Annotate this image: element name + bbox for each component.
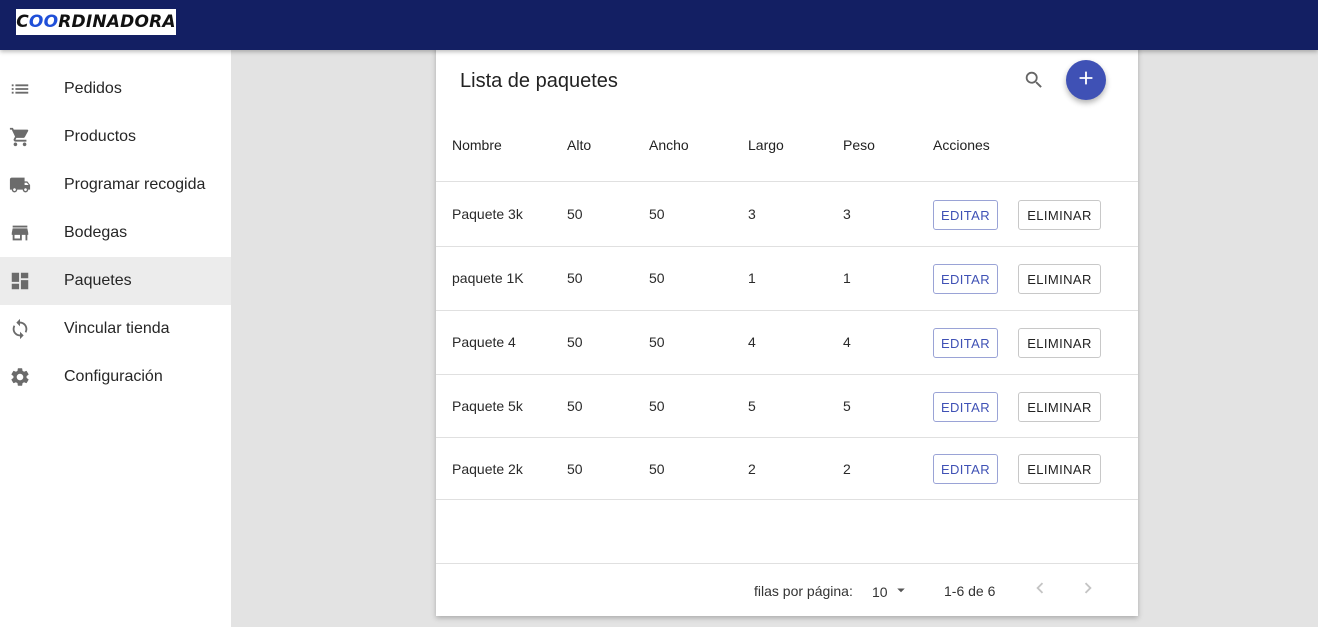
sidebar-item-programar-recogida[interactable]: Programar recogida xyxy=(0,161,231,209)
edit-button[interactable]: EDITAR xyxy=(933,392,998,422)
chevron-left-icon xyxy=(1029,577,1051,604)
sidebar-item-label: Pedidos xyxy=(64,80,122,97)
cart-icon xyxy=(8,125,32,149)
cell-nombre: Paquete 2k xyxy=(452,461,523,477)
column-header-alto[interactable]: Alto xyxy=(567,137,591,153)
sidebar-item-paquetes[interactable]: Paquetes xyxy=(0,257,231,305)
table-row: Paquete 5k 50 50 5 5 EDITAR ELIMINAR xyxy=(436,374,1138,437)
sidebar-item-label: Paquetes xyxy=(64,272,132,289)
delete-button[interactable]: ELIMINAR xyxy=(1018,454,1101,484)
delete-button[interactable]: ELIMINAR xyxy=(1018,200,1101,230)
cell-nombre: Paquete 5k xyxy=(452,398,523,414)
packages-card: Lista de paquetes Nombre Alto Ancho Larg… xyxy=(436,44,1138,616)
sync-icon xyxy=(8,317,32,341)
store-icon xyxy=(8,221,32,245)
edit-button[interactable]: EDITAR xyxy=(933,200,998,230)
cell-peso: 3 xyxy=(843,206,851,222)
table-row: Paquete 4 50 50 4 4 EDITAR ELIMINAR xyxy=(436,310,1138,374)
table-row: Paquete 3k 50 50 3 3 EDITAR ELIMINAR xyxy=(436,181,1138,246)
sidebar: Pedidos Productos Programar recogida Bod… xyxy=(0,50,231,627)
cell-ancho: 50 xyxy=(649,270,665,286)
cell-alto: 50 xyxy=(567,461,583,477)
sidebar-item-label: Bodegas xyxy=(64,224,128,241)
dashboard-icon xyxy=(8,269,32,293)
sidebar-item-bodegas[interactable]: Bodegas xyxy=(0,209,231,257)
delete-button[interactable]: ELIMINAR xyxy=(1018,264,1101,294)
rows-per-page-value: 10 xyxy=(872,583,888,600)
coordinadora-logo[interactable]: COORDINADORA xyxy=(16,9,176,35)
cell-largo: 3 xyxy=(748,206,756,222)
sidebar-item-label: Vincular tienda xyxy=(64,320,170,337)
sidebar-item-label: Programar recogida xyxy=(64,176,206,193)
cell-largo: 4 xyxy=(748,334,756,350)
column-header-ancho[interactable]: Ancho xyxy=(649,137,689,153)
cell-peso: 2 xyxy=(843,461,851,477)
add-package-button[interactable] xyxy=(1066,60,1106,100)
dropdown-arrow-icon xyxy=(888,581,910,602)
cell-peso: 4 xyxy=(843,334,851,350)
rows-per-page-select[interactable]: 10 xyxy=(872,581,910,602)
search-icon xyxy=(1023,69,1045,96)
search-button[interactable] xyxy=(1020,68,1048,96)
chevron-right-icon xyxy=(1077,577,1099,604)
cell-largo: 1 xyxy=(748,270,756,286)
pagination-bar: filas por página: 10 1-6 de 6 xyxy=(436,563,1138,616)
sidebar-item-label: Configuración xyxy=(64,368,163,385)
table-row: paquete 1K 50 50 1 1 EDITAR ELIMINAR xyxy=(436,246,1138,310)
cell-nombre: paquete 1K xyxy=(452,270,524,286)
truck-icon xyxy=(8,173,32,197)
cell-nombre: Paquete 3k xyxy=(452,206,523,222)
delete-button[interactable]: ELIMINAR xyxy=(1018,328,1101,358)
delete-button[interactable]: ELIMINAR xyxy=(1018,392,1101,422)
cell-ancho: 50 xyxy=(649,461,665,477)
cell-largo: 5 xyxy=(748,398,756,414)
edit-button[interactable]: EDITAR xyxy=(933,328,998,358)
sidebar-item-configuracion[interactable]: Configuración xyxy=(0,353,231,401)
sidebar-item-productos[interactable]: Productos xyxy=(0,113,231,161)
column-header-peso[interactable]: Peso xyxy=(843,137,875,153)
edit-button[interactable]: EDITAR xyxy=(933,454,998,484)
edit-button[interactable]: EDITAR xyxy=(933,264,998,294)
page-title: Lista de paquetes xyxy=(460,70,618,92)
cell-alto: 50 xyxy=(567,398,583,414)
table-row: Paquete 2k 50 50 2 2 EDITAR ELIMINAR xyxy=(436,437,1138,500)
column-header-largo[interactable]: Largo xyxy=(748,137,784,153)
column-header-nombre[interactable]: Nombre xyxy=(452,137,502,153)
cell-nombre: Paquete 4 xyxy=(452,334,516,350)
cell-alto: 50 xyxy=(567,270,583,286)
cell-alto: 50 xyxy=(567,206,583,222)
cell-ancho: 50 xyxy=(649,334,665,350)
cell-largo: 2 xyxy=(748,461,756,477)
next-page-button[interactable] xyxy=(1076,578,1100,602)
pagination-range: 1-6 de 6 xyxy=(944,583,996,599)
sidebar-item-pedidos[interactable]: Pedidos xyxy=(0,65,231,113)
previous-page-button[interactable] xyxy=(1028,578,1052,602)
column-header-acciones: Acciones xyxy=(933,137,990,153)
list-icon xyxy=(8,77,32,101)
cell-alto: 50 xyxy=(567,334,583,350)
rows-per-page-label: filas por página: xyxy=(754,583,853,599)
cell-ancho: 50 xyxy=(649,206,665,222)
gear-icon xyxy=(8,365,32,389)
cell-peso: 1 xyxy=(843,270,851,286)
logo-text: COORDINADORA xyxy=(16,12,176,32)
cell-peso: 5 xyxy=(843,398,851,414)
sidebar-item-label: Productos xyxy=(64,128,137,145)
cell-ancho: 50 xyxy=(649,398,665,414)
sidebar-item-vincular-tienda[interactable]: Vincular tienda xyxy=(0,305,231,353)
plus-icon xyxy=(1075,67,1097,94)
app-bar: COORDINADORA xyxy=(0,0,1318,50)
